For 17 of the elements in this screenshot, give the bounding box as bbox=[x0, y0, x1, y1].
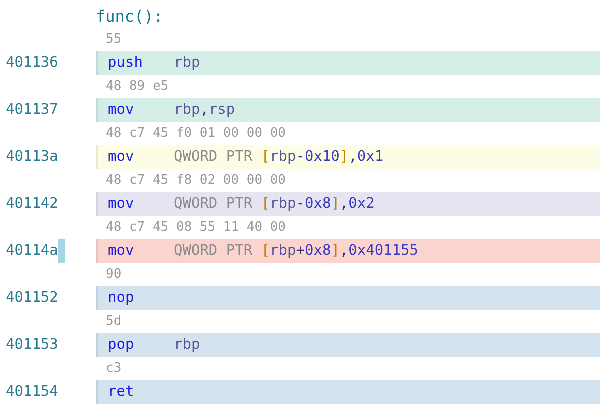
instruction-bytes: 48 c7 45 f0 01 00 00 00 bbox=[106, 126, 286, 141]
instruction-bytes: 55 bbox=[106, 32, 122, 47]
address-label: 401142 bbox=[6, 196, 58, 212]
address-label: 401137 bbox=[6, 102, 58, 118]
address-label: 401136 bbox=[6, 55, 58, 71]
address-label: 401153 bbox=[6, 337, 58, 353]
instruction-bytes: 48 89 e5 bbox=[106, 79, 169, 94]
instruction-bytes: 48 c7 45 08 55 11 40 00 bbox=[106, 220, 286, 235]
address-label: 401152 bbox=[6, 290, 58, 306]
instruction-bytes: c3 bbox=[106, 361, 122, 376]
instruction-bytes: 90 bbox=[106, 267, 122, 282]
address-label: 40114a bbox=[6, 243, 58, 259]
address-label: 40113a bbox=[6, 149, 58, 165]
address-label: 401154 bbox=[6, 384, 58, 400]
instruction-bytes: 48 c7 45 f8 02 00 00 00 bbox=[106, 173, 286, 188]
instruction-bytes: 5d bbox=[106, 314, 122, 329]
function-label: func(): bbox=[96, 6, 164, 26]
